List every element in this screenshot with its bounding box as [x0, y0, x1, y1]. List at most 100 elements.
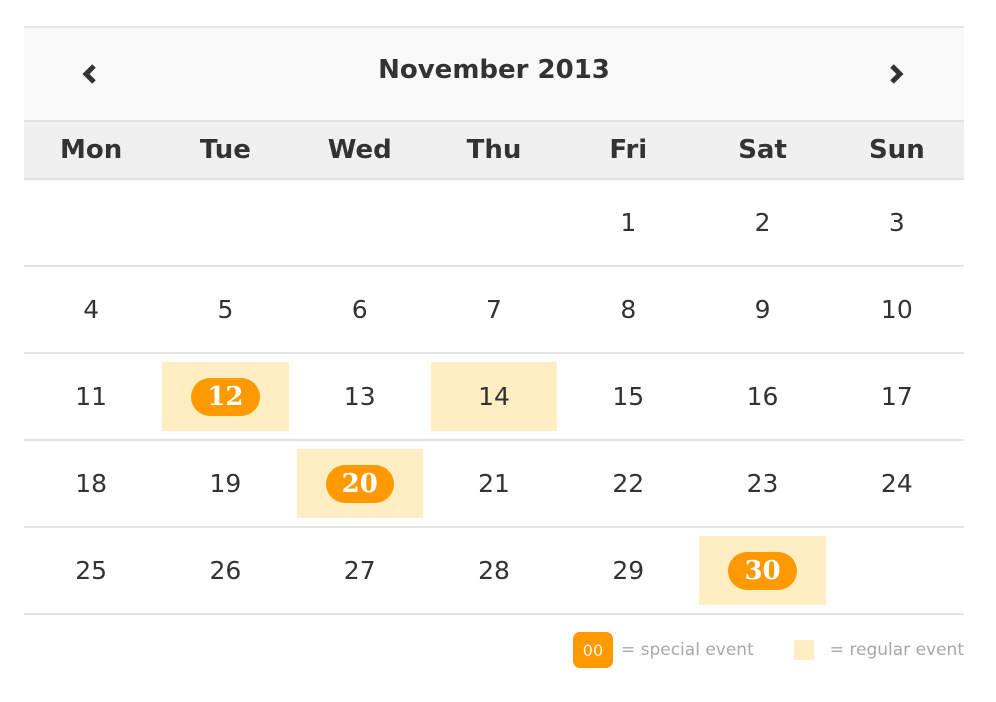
day-cell-content: 17 [834, 362, 960, 431]
day-cell-content: 11 [28, 362, 154, 431]
day-number: 4 [83, 295, 100, 324]
day-cell-content: 6 [297, 275, 423, 344]
day-cell-1[interactable]: 1 [561, 180, 695, 265]
day-cell-8[interactable]: 8 [561, 267, 695, 352]
day-cell-content [834, 536, 960, 605]
day-cell-24[interactable]: 24 [830, 441, 964, 526]
day-cell-28[interactable]: 28 [427, 528, 561, 613]
day-cell-empty [427, 180, 561, 265]
day-cell-11[interactable]: 11 [24, 354, 158, 439]
day-cell-13[interactable]: 13 [293, 354, 427, 439]
day-cell-2[interactable]: 2 [695, 180, 829, 265]
calendar: November 2013 Mon Tue Wed Thu Fri Sat Su… [24, 26, 964, 615]
regular-event-highlight: 14 [430, 362, 558, 431]
day-cell-3[interactable]: 3 [830, 180, 964, 265]
day-cell-content: 28 [431, 536, 557, 605]
weekday-thu: Thu [466, 135, 522, 165]
day-number: 13 [343, 382, 376, 411]
calendar-header: November 2013 [24, 26, 964, 120]
day-number: 7 [486, 295, 502, 324]
day-number: 5 [217, 295, 234, 324]
special-event-badge: 20 [325, 464, 394, 503]
day-number: 25 [75, 556, 108, 585]
day-cell-12[interactable]: 12 [158, 354, 292, 439]
weekday-sat: Sat [738, 135, 787, 165]
day-cell-10[interactable]: 10 [830, 267, 964, 352]
calendar-grid: 1 2 3 4 5 6 7 8 9 10 11 12 13 14 15 16 17 18 19 20 21 22 23 24 2… [24, 180, 964, 615]
day-cell-empty [830, 528, 964, 613]
day-cell-content [431, 188, 557, 257]
day-number: 9 [754, 295, 771, 324]
day-cell-content: 13 [297, 362, 423, 431]
day-cell-empty [24, 180, 158, 265]
day-cell-content: 29 [565, 536, 691, 605]
month-title: November 2013 [378, 55, 610, 85]
day-cell-19[interactable]: 19 [158, 441, 292, 526]
next-month-button[interactable] [878, 56, 914, 92]
day-cell-17[interactable]: 17 [830, 354, 964, 439]
day-cell-22[interactable]: 22 [561, 441, 695, 526]
day-cell-content: 2 [699, 188, 825, 257]
day-cell-content [297, 188, 423, 257]
day-cell-26[interactable]: 26 [158, 528, 292, 613]
day-cell-25[interactable]: 25 [24, 528, 158, 613]
day-cell-15[interactable]: 15 [561, 354, 695, 439]
day-cell-20[interactable]: 20 [293, 441, 427, 526]
day-number: 22 [612, 469, 645, 498]
day-cell-27[interactable]: 27 [293, 528, 427, 613]
day-number: 21 [478, 469, 510, 498]
special-event-badge: 12 [191, 377, 260, 416]
day-number: 1 [620, 208, 637, 237]
day-cell-content: 23 [699, 449, 825, 518]
day-cell-14[interactable]: 14 [427, 354, 561, 439]
day-cell-7[interactable]: 7 [427, 267, 561, 352]
day-number: 16 [746, 382, 779, 411]
day-number: 19 [209, 469, 242, 498]
day-cell-content: 10 [834, 275, 960, 344]
day-cell-16[interactable]: 16 [695, 354, 829, 439]
day-cell-content: 27 [297, 536, 423, 605]
day-cell-30[interactable]: 30 [695, 528, 829, 613]
day-cell-9[interactable]: 9 [695, 267, 829, 352]
day-cell-5[interactable]: 5 [158, 267, 292, 352]
day-cell-content: 18 [28, 449, 154, 518]
week-row: 18 19 20 21 22 23 24 [24, 441, 964, 528]
day-cell-23[interactable]: 23 [695, 441, 829, 526]
chevron-left-icon [82, 64, 96, 84]
day-cell-6[interactable]: 6 [293, 267, 427, 352]
legend-special-label: = special event [620, 640, 754, 660]
day-cell-content: 25 [28, 536, 154, 605]
special-event-highlight: 20 [296, 449, 423, 518]
chevron-right-icon [890, 64, 904, 84]
day-cell-4[interactable]: 4 [24, 267, 158, 352]
week-row: 11 12 13 14 15 16 17 [24, 354, 964, 441]
day-number: 8 [620, 295, 637, 324]
day-number: 23 [746, 469, 779, 498]
day-cell-29[interactable]: 29 [561, 528, 695, 613]
weekday-tue: Tue [199, 135, 251, 165]
day-cell-content: 24 [834, 449, 960, 518]
day-cell-content [162, 188, 288, 257]
day-cell-content: 4 [28, 275, 154, 344]
day-cell-content: 22 [565, 449, 691, 518]
day-number: 14 [478, 382, 510, 411]
day-cell-content: 1 [565, 188, 691, 257]
day-number: 24 [880, 469, 913, 498]
special-event-highlight: 30 [699, 536, 826, 605]
day-cell-content: 3 [834, 188, 960, 257]
day-number: 11 [75, 382, 108, 411]
day-number: 26 [209, 556, 242, 585]
legend-regular-swatch [793, 640, 814, 660]
day-number: 10 [880, 295, 913, 324]
day-cell-18[interactable]: 18 [24, 441, 158, 526]
weekday-wed: Wed [327, 135, 392, 165]
day-number: 15 [612, 382, 645, 411]
prev-month-button[interactable] [72, 56, 108, 92]
day-cell-21[interactable]: 21 [427, 441, 561, 526]
day-cell-content: 19 [162, 449, 288, 518]
day-cell-content: 15 [565, 362, 691, 431]
day-number: 18 [75, 469, 108, 498]
weekday-sun: Sun [868, 135, 925, 165]
weekday-header-row: Mon Tue Wed Thu Fri Sat Sun [24, 120, 964, 180]
day-number: 2 [754, 208, 771, 237]
